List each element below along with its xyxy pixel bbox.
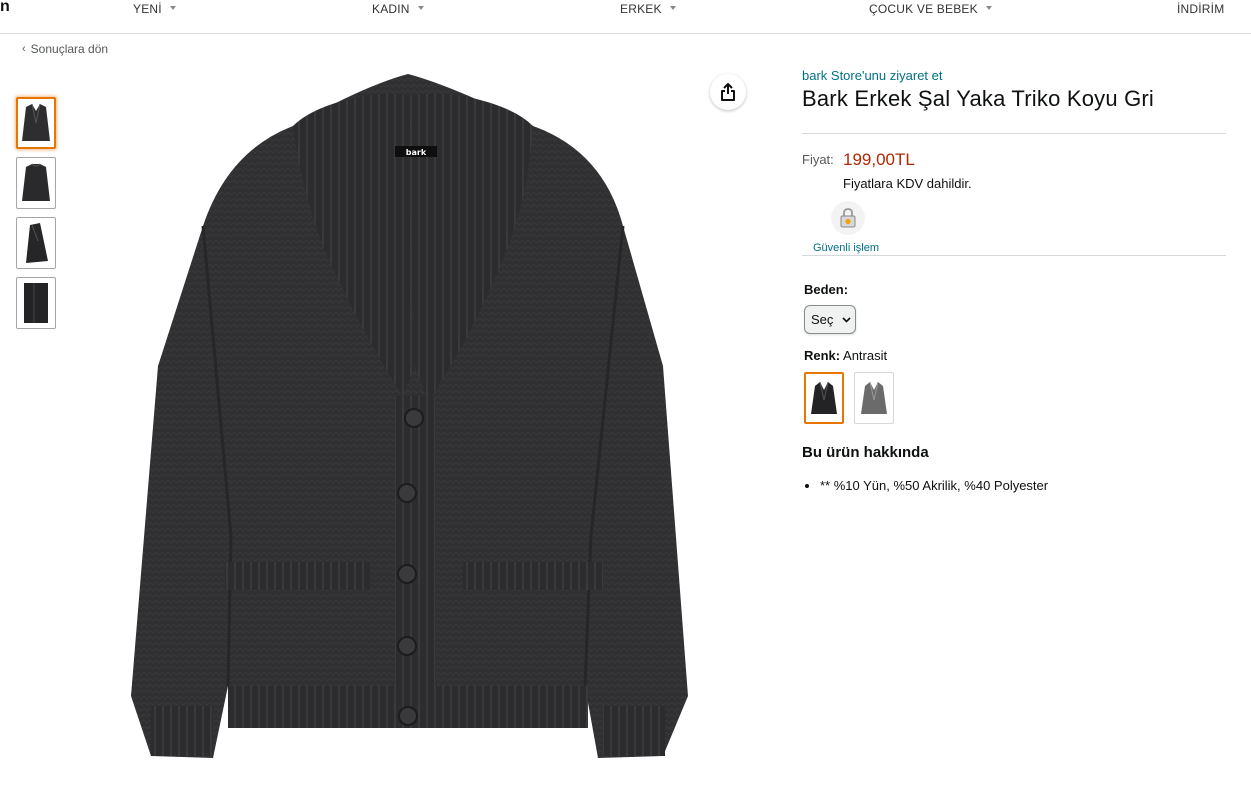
vat-note: Fiyatlara KDV dahildir. — [843, 176, 972, 191]
divider — [802, 133, 1226, 134]
color-swatch-gri[interactable] — [854, 372, 894, 424]
color-swatch-antrasit[interactable] — [804, 372, 844, 424]
thumbnail-back[interactable] — [16, 157, 56, 209]
svg-text:bark: bark — [406, 148, 427, 157]
share-icon — [721, 83, 735, 101]
price-value: 199,00TL — [843, 150, 915, 169]
share-button[interactable] — [710, 74, 746, 110]
nav-item-label: ERKEK — [620, 2, 662, 16]
color-selector: Renk: Antrasit — [804, 348, 1226, 424]
nav-item-kadin[interactable]: KADIN — [372, 2, 424, 16]
color-value: Antrasit — [843, 348, 888, 363]
thumbnail-front[interactable] — [16, 97, 56, 149]
color-label: Renk: — [804, 348, 841, 363]
price-section: Fiyat: 199,00TL Fiyatlara KDV dahildir. — [802, 150, 1226, 191]
sweater-gray-swatch-image — [861, 381, 887, 414]
sweater-front-thumbnail-image — [22, 103, 50, 141]
lock-icon — [840, 208, 856, 228]
chevron-down-icon — [669, 5, 676, 10]
chevron-down-icon — [842, 317, 851, 323]
product-title: Bark Erkek Şal Yaka Triko Koyu Gri — [802, 86, 1155, 111]
feature-bullet: ** %10 Yün, %50 Akrilik, %40 Polyester — [820, 477, 1226, 495]
sweater-image: bark — [63, 66, 758, 766]
sweater-back-thumbnail-image — [22, 163, 50, 201]
chevron-down-icon — [417, 5, 424, 10]
top-navigation: n YENİ KADIN ERKEK ÇOCUK VE BEBEK İNDİRİ… — [0, 0, 1251, 34]
feature-bullets: ** %10 Yün, %50 Akrilik, %40 Polyester — [802, 477, 1226, 495]
secure-transaction: Güvenli işlem — [802, 201, 1226, 254]
chevron-left-icon: ‹ — [22, 43, 26, 55]
nav-item-yeni[interactable]: YENİ — [133, 2, 176, 16]
back-link-label: Sonuçlara dön — [30, 42, 109, 56]
nav-item-erkek[interactable]: ERKEK — [620, 2, 676, 16]
price-label: Fiyat: — [802, 152, 834, 167]
logo-fragment[interactable]: n — [0, 0, 10, 16]
chevron-down-icon — [169, 5, 176, 10]
size-dropdown[interactable]: Seç — [804, 305, 856, 334]
nav-item-label: İNDİRİM — [1177, 2, 1225, 16]
nav-item-cocuk-ve-bebek[interactable]: ÇOCUK VE BEBEK — [869, 2, 992, 16]
main-product-image[interactable]: bark — [63, 66, 758, 766]
nav-item-label: ÇOCUK VE BEBEK — [869, 2, 978, 16]
thumbnail-detail[interactable] — [16, 277, 56, 329]
divider — [802, 255, 1226, 256]
nav-item-indirim[interactable]: İNDİRİM — [1177, 2, 1224, 16]
secure-transaction-label[interactable]: Güvenli işlem — [813, 242, 879, 254]
sweater-detail-thumbnail-image — [24, 283, 48, 323]
thumbnail-strip — [16, 97, 56, 337]
chevron-down-icon — [985, 5, 992, 10]
nav-item-label: KADIN — [372, 2, 410, 16]
sweater-side-thumbnail-image — [26, 223, 48, 263]
back-to-results-link[interactable]: ‹ Sonuçlara dön — [22, 42, 108, 56]
size-label: Beden: — [804, 282, 849, 297]
product-details: bark Store'unu ziyaret et Bark Erkek Şal… — [802, 66, 1226, 495]
sweater-dark-swatch-image — [811, 381, 837, 414]
size-selected-value: Seç — [811, 312, 834, 327]
nav-item-label: YENİ — [133, 2, 162, 16]
about-product-title: Bu ürün hakkında — [802, 444, 929, 461]
store-link[interactable]: bark Store'unu ziyaret et — [802, 68, 1226, 83]
thumbnail-side[interactable] — [16, 217, 56, 269]
secure-transaction-button[interactable] — [831, 201, 865, 235]
